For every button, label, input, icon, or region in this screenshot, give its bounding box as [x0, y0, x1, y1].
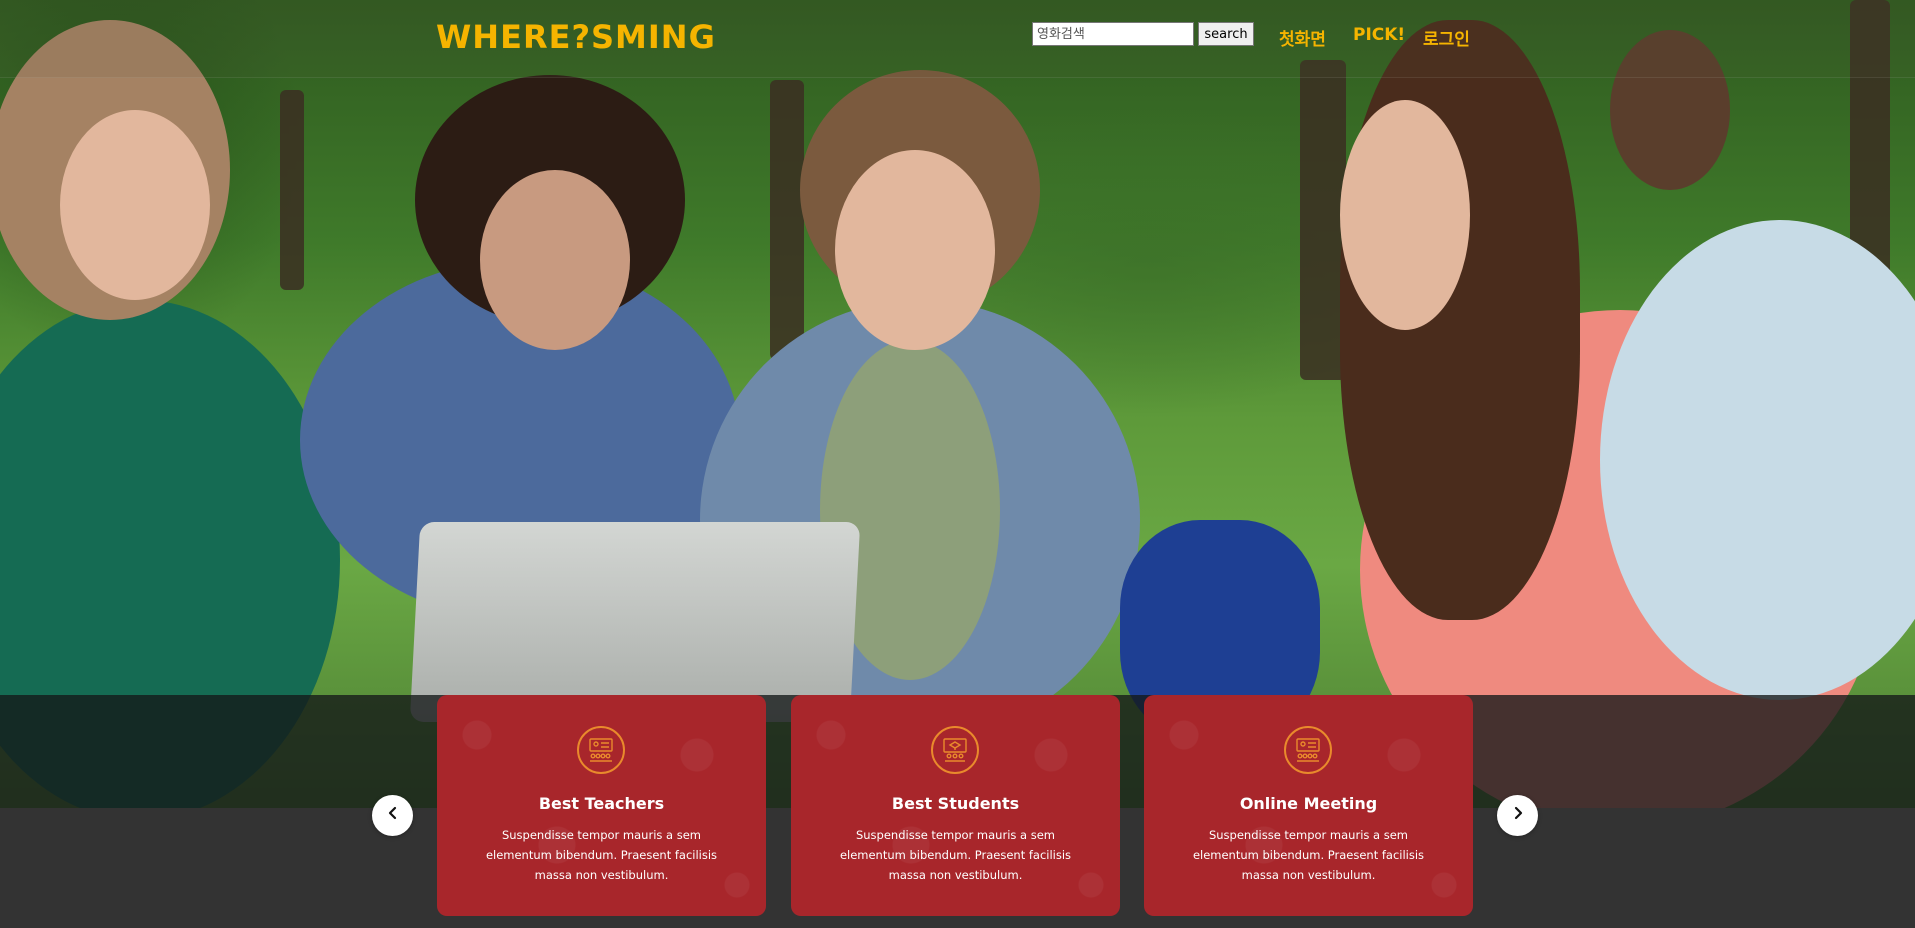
feature-card-online-meeting[interactable]: Online Meeting Suspendisse tempor mauris… — [1144, 695, 1473, 916]
nav-login-link[interactable]: 로그인 — [1423, 25, 1470, 50]
feature-card-best-teachers[interactable]: Best Teachers Suspendisse tempor mauris … — [437, 695, 766, 916]
chevron-right-icon — [1511, 806, 1525, 825]
feature-card-best-students[interactable]: Best Students Suspendisse tempor mauris … — [791, 695, 1120, 916]
card-title: Best Teachers — [538, 794, 665, 813]
nav-pick-link[interactable]: PICK! — [1353, 25, 1405, 45]
chevron-left-icon — [386, 806, 400, 825]
carousel-next-button[interactable] — [1497, 795, 1538, 836]
card-description: Suspendisse tempor mauris a sem elementu… — [839, 828, 1072, 882]
feature-carousel: Best Teachers Suspendisse tempor mauris … — [0, 695, 1915, 928]
card-title: Online Meeting — [1239, 794, 1378, 813]
search-input[interactable] — [1032, 22, 1194, 46]
hero-background-image — [0, 0, 1915, 808]
nav-home-link[interactable]: 첫화면 — [1279, 25, 1326, 50]
online-meeting-icon — [1284, 726, 1332, 774]
teacher-board-icon — [577, 726, 625, 774]
carousel-prev-button[interactable] — [372, 795, 413, 836]
graduate-screen-icon — [931, 726, 979, 774]
site-logo[interactable]: WHERE?SMING — [436, 18, 716, 56]
card-title: Best Students — [891, 794, 1020, 813]
card-description: Suspendisse tempor mauris a sem elementu… — [1192, 828, 1425, 882]
search-button[interactable]: search — [1198, 22, 1254, 46]
card-description: Suspendisse tempor mauris a sem elementu… — [485, 828, 718, 882]
top-navbar: WHERE?SMING search 첫화면 PICK! 로그인 — [0, 0, 1915, 78]
